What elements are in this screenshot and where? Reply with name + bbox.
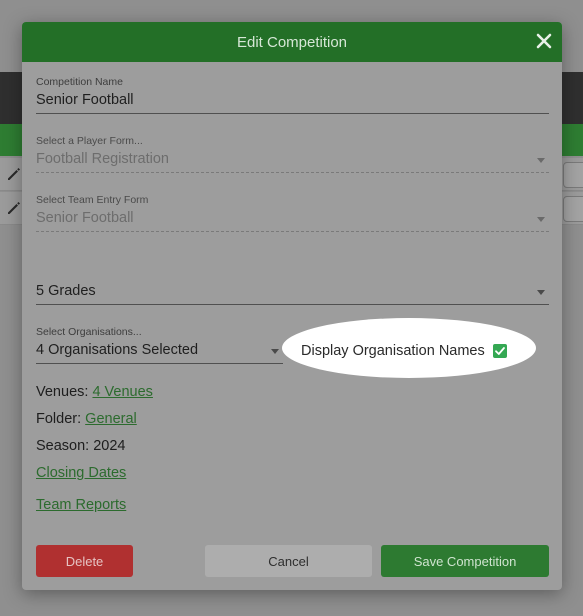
folder-link[interactable]: General xyxy=(85,411,137,427)
season-text: Season: 2024 xyxy=(36,438,126,454)
closing-dates-link[interactable]: Closing Dates xyxy=(36,465,126,481)
display-org-names-option[interactable]: Display Organisation Names xyxy=(301,343,507,359)
display-org-names-label: Display Organisation Names xyxy=(301,343,485,359)
dialog-title: Edit Competition xyxy=(236,33,348,51)
grades-select[interactable]: 5 Grades xyxy=(36,283,549,305)
background-select xyxy=(563,162,583,188)
venues-link[interactable]: 4 Venues xyxy=(92,384,152,400)
pencil-icon xyxy=(8,168,20,180)
venues-line: Venues: 4 Venues xyxy=(36,384,153,400)
check-icon xyxy=(494,347,505,355)
close-icon[interactable] xyxy=(534,31,554,51)
team-reports-line: Team Reports xyxy=(36,497,126,513)
pencil-icon xyxy=(8,202,20,214)
chevron-down-icon xyxy=(537,290,545,295)
closing-dates-line: Closing Dates xyxy=(36,465,126,481)
edit-competition-dialog: Edit Competition Competition Name Senior… xyxy=(22,22,562,590)
organisations-label: Select Organisations... xyxy=(36,326,142,338)
organisations-value[interactable]: 4 Organisations Selected xyxy=(36,342,283,364)
chevron-down-icon xyxy=(271,349,279,354)
delete-button[interactable]: Delete xyxy=(36,545,133,577)
save-competition-button[interactable]: Save Competition xyxy=(381,545,549,577)
dialog-header: Edit Competition xyxy=(22,22,562,62)
team-entry-form-select[interactable]: Select Team Entry Form Senior Football xyxy=(36,194,549,232)
player-form-select[interactable]: Select a Player Form... Football Registr… xyxy=(36,135,549,173)
competition-name-label: Competition Name xyxy=(36,76,123,88)
competition-name-input[interactable]: Senior Football xyxy=(36,92,549,114)
player-form-label: Select a Player Form... xyxy=(36,135,143,147)
team-reports-link[interactable]: Team Reports xyxy=(36,497,126,513)
venues-label: Venues: xyxy=(36,384,89,400)
background-select xyxy=(563,196,583,222)
competition-name-field[interactable]: Competition Name Senior Football xyxy=(36,76,549,114)
display-org-names-checkbox[interactable] xyxy=(492,344,507,358)
player-form-value[interactable]: Football Registration xyxy=(36,151,549,173)
team-entry-form-label: Select Team Entry Form xyxy=(36,194,149,206)
chevron-down-icon xyxy=(537,158,545,163)
organisations-select[interactable]: Select Organisations... 4 Organisations … xyxy=(36,326,283,364)
grades-value[interactable]: 5 Grades xyxy=(36,283,549,305)
chevron-down-icon xyxy=(537,217,545,222)
team-entry-form-value[interactable]: Senior Football xyxy=(36,210,549,232)
folder-label: Folder: xyxy=(36,411,82,427)
folder-line: Folder: General xyxy=(36,411,137,427)
cancel-button[interactable]: Cancel xyxy=(205,545,372,577)
